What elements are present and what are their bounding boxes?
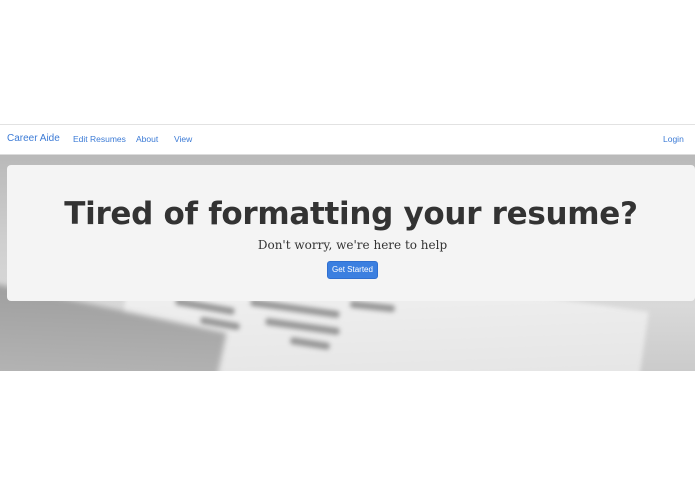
get-started-button[interactable]: Get Started bbox=[327, 261, 378, 279]
hero-title: Tired of formatting your resume? bbox=[64, 196, 638, 232]
hero-jumbotron bbox=[7, 165, 695, 301]
nav-view[interactable]: View bbox=[174, 134, 192, 144]
brand-link[interactable]: Career Aide bbox=[7, 133, 60, 144]
top-navbar: Career Aide Edit Resumes About View Logi… bbox=[0, 124, 695, 155]
nav-edit-resumes[interactable]: Edit Resumes bbox=[73, 134, 126, 144]
nav-about[interactable]: About bbox=[136, 134, 158, 144]
hero-subtitle: Don't worry, we're here to help bbox=[257, 238, 448, 252]
nav-login[interactable]: Login bbox=[663, 134, 684, 144]
